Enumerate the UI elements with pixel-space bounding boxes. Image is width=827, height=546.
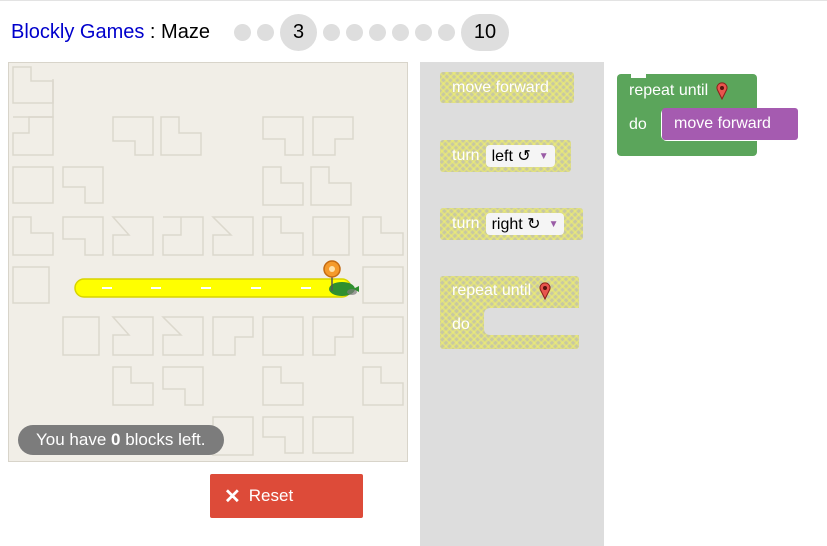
level-1-dot[interactable] (234, 24, 251, 41)
toolbox-move-forward-block[interactable]: move forward (440, 72, 574, 103)
toolbox-repeat-until-block[interactable]: repeat until do (440, 276, 579, 349)
workspace-move-forward-block[interactable]: move forward (662, 108, 798, 140)
level-5-dot[interactable] (346, 24, 363, 41)
map-pin-icon (539, 282, 551, 300)
blocks-left-message: You have 0 blocks left. (18, 425, 224, 455)
close-icon: ✕ (224, 485, 241, 508)
block-label: turn (452, 215, 480, 232)
do-label: do (629, 116, 647, 133)
level-2-dot[interactable] (257, 24, 274, 41)
maze-background (12, 66, 404, 456)
reset-label: Reset (248, 486, 294, 505)
map-pin-icon (716, 82, 728, 100)
do-label: do (452, 316, 470, 333)
level-4-dot[interactable] (323, 24, 340, 41)
level-8-dot[interactable] (415, 24, 432, 41)
top-divider (0, 0, 827, 1)
current-level-badge[interactable]: 3 (280, 14, 317, 51)
page-header: Blockly Games : Maze (11, 14, 210, 50)
block-label: move forward (452, 78, 549, 96)
block-label: turn (452, 147, 480, 164)
blocks-left-prefix: You have (36, 430, 111, 449)
last-level-badge[interactable]: 10 (461, 14, 509, 51)
app-home-link[interactable]: Blockly Games (11, 21, 144, 44)
pegman-icon (329, 282, 359, 296)
block-label: repeat until (452, 282, 532, 299)
level-9-dot[interactable] (438, 24, 455, 41)
dropdown-arrow-icon: ▼ (538, 150, 549, 162)
direction-dropdown[interactable]: right ↻ ▼ (485, 213, 565, 235)
page-title: Maze (161, 20, 210, 43)
maze-board: You have 0 blocks left. (8, 62, 408, 462)
block-label: repeat until (629, 82, 709, 99)
reset-button[interactable]: ✕ Reset (210, 474, 363, 518)
dropdown-arrow-icon: ▼ (548, 218, 559, 230)
dropdown-value: left ↺ (491, 148, 531, 165)
toolbox-turn-left-block[interactable]: turn left ↺ ▼ (440, 140, 571, 172)
blocks-left-suffix: blocks left. (120, 430, 206, 449)
statement-slot (484, 308, 579, 335)
direction-dropdown[interactable]: left ↺ ▼ (485, 145, 555, 167)
dropdown-value: right ↻ (491, 216, 541, 233)
blocks-left-count: 0 (111, 430, 121, 449)
block-label: move forward (674, 115, 771, 132)
level-6-dot[interactable] (369, 24, 386, 41)
title-separator: : (144, 20, 162, 43)
toolbox-turn-right-block[interactable]: turn right ↻ ▼ (440, 208, 583, 240)
level-selector: 3 10 (234, 14, 509, 51)
level-7-dot[interactable] (392, 24, 409, 41)
